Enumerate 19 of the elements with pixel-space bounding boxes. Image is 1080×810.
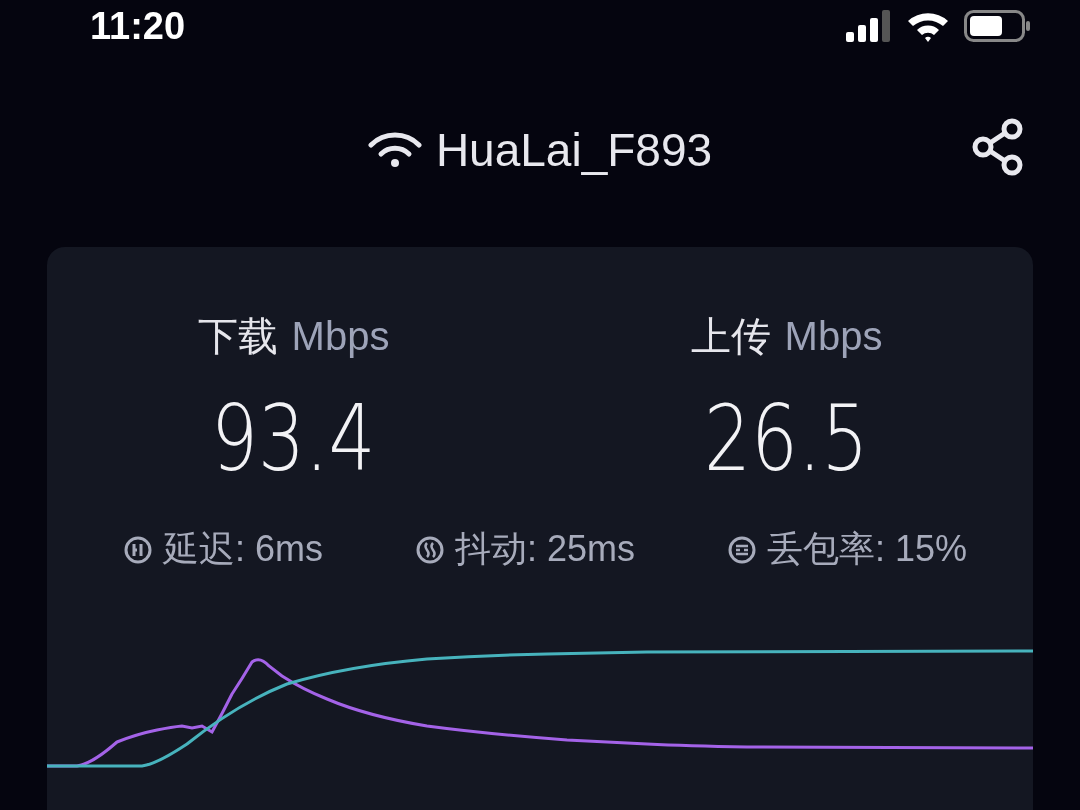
wifi-icon [367,132,422,168]
speed-value: 26.5 [704,386,869,491]
result-label: 上传 [690,313,771,360]
speed-value: 93.4 [211,386,376,491]
status-time: 11:20 [90,4,186,48]
metric-text: 延迟: 6ms [162,527,323,571]
unit-label: Mbps [784,314,883,359]
network-name: HuaLai_F893 [435,123,713,177]
jitter-icon [414,534,445,565]
metric-text: 抖动: 25ms [454,527,635,571]
wifi-icon [906,10,950,42]
metric-text: 丢包率: 15% [766,527,967,571]
battery-icon [964,10,1030,42]
share-icon[interactable] [971,118,1025,176]
latency-icon [122,534,153,565]
signal-icon [846,10,892,42]
unit-label: Mbps [291,314,390,359]
result-label: 下载 [197,313,278,360]
packet-loss-icon [726,534,757,565]
